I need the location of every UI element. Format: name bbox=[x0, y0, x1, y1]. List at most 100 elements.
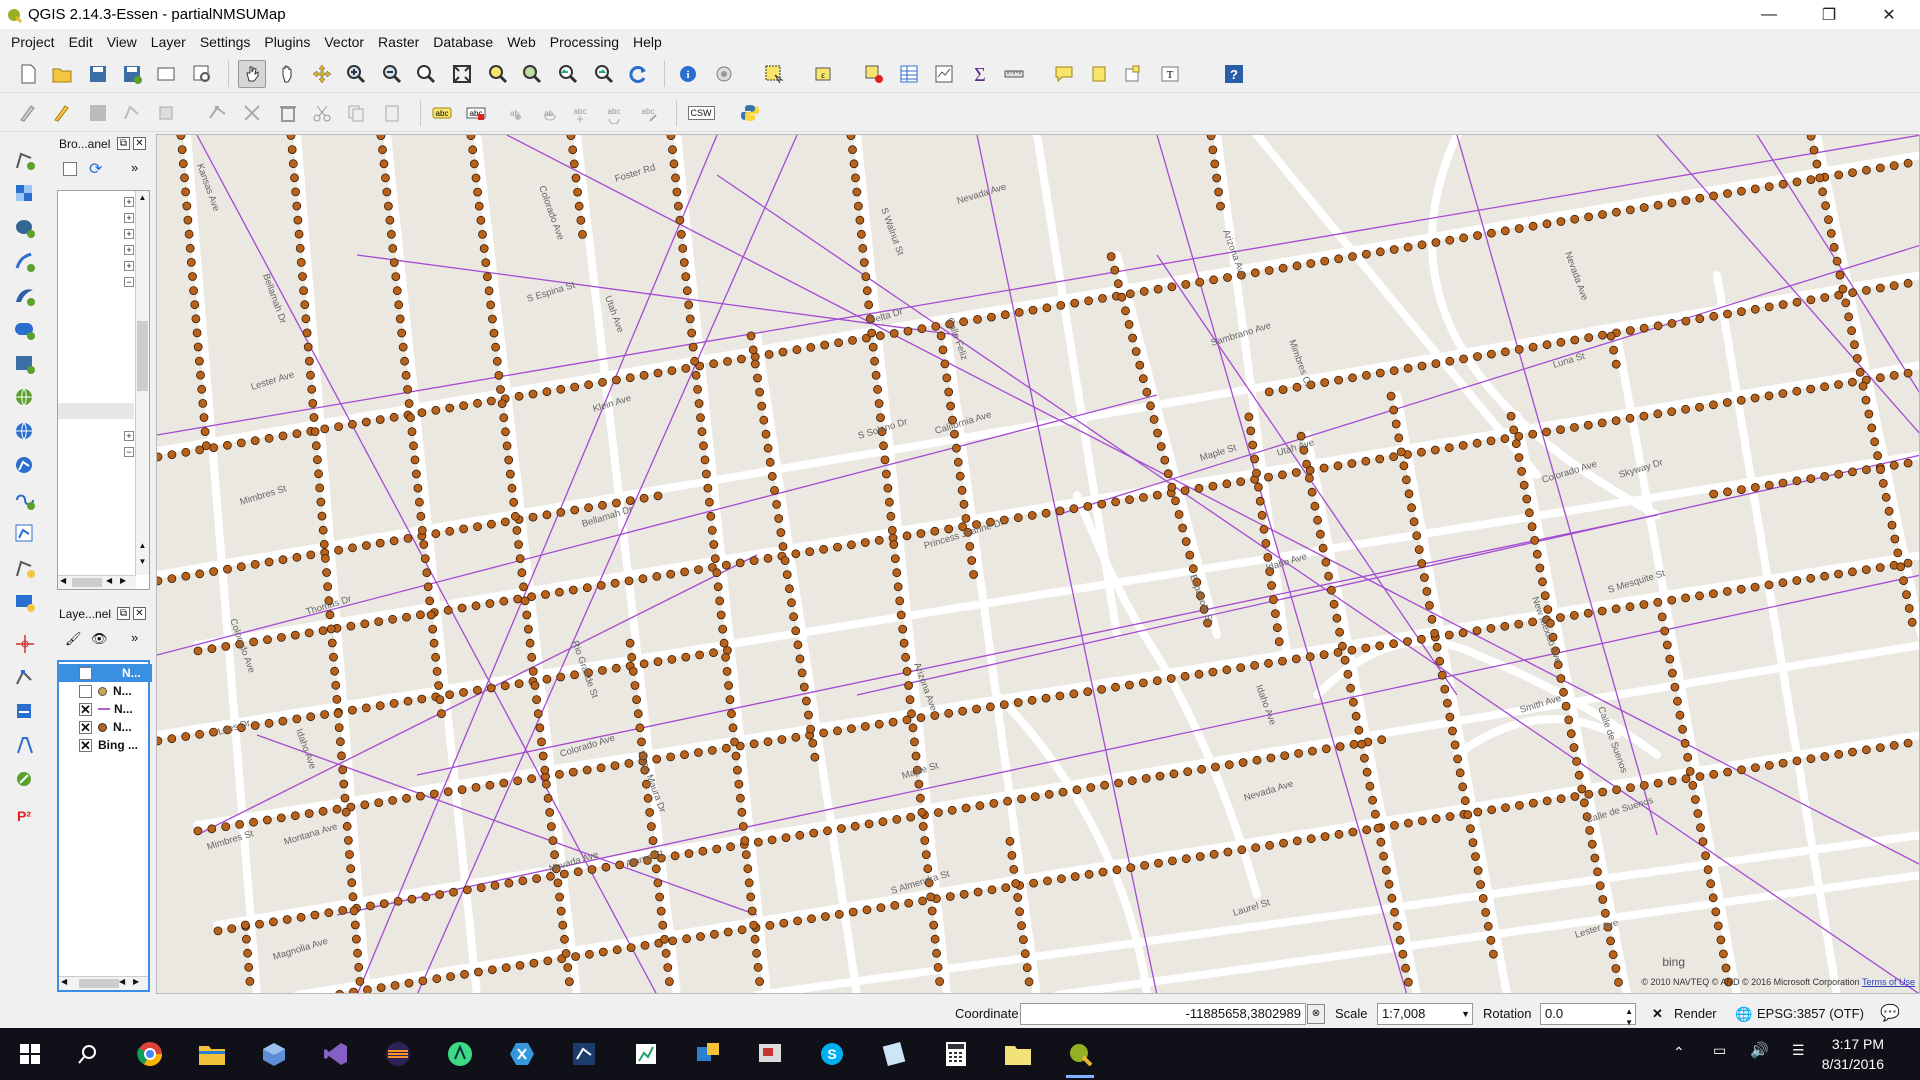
deselect-all-icon[interactable] bbox=[860, 60, 888, 88]
layer-row[interactable]: N... bbox=[59, 682, 152, 700]
add-spatialite-layer-icon[interactable] bbox=[10, 248, 40, 276]
volume-icon[interactable]: 🔊 bbox=[1750, 1041, 1769, 1059]
zoom-full-icon[interactable] bbox=[448, 60, 476, 88]
menu-plugins[interactable]: Plugins bbox=[257, 29, 317, 55]
composer-manager-icon[interactable] bbox=[188, 60, 216, 88]
qgis-taskbar-icon[interactable] bbox=[1062, 1036, 1098, 1078]
menu-view[interactable]: View bbox=[100, 29, 144, 55]
show-bookmarks-icon[interactable] bbox=[1118, 60, 1146, 88]
pan-hand-icon[interactable] bbox=[274, 60, 302, 88]
menu-layer[interactable]: Layer bbox=[144, 29, 193, 55]
layer-row[interactable]: N... bbox=[59, 664, 152, 682]
add-feature-icon[interactable] bbox=[118, 99, 146, 127]
horizontal-scrollbar[interactable]: ◀ ◀ ▶ bbox=[59, 976, 148, 990]
delete-selected-icon[interactable] bbox=[238, 99, 266, 127]
plugin-tool-icon[interactable] bbox=[10, 766, 40, 794]
collapse-icon[interactable]: − bbox=[124, 447, 134, 457]
menu-edit[interactable]: Edit bbox=[62, 29, 100, 55]
battery-icon[interactable]: ▭ bbox=[1713, 1042, 1726, 1059]
add-circular-string-icon[interactable] bbox=[10, 630, 40, 658]
run-feature-action-icon[interactable] bbox=[710, 60, 738, 88]
add-mssql-layer-icon[interactable] bbox=[10, 282, 40, 310]
scroll-up-icon[interactable]: ▲ bbox=[137, 541, 148, 553]
add-selected-layers-icon[interactable] bbox=[63, 162, 77, 176]
notepad-icon[interactable] bbox=[876, 1036, 912, 1072]
pan-to-selection-icon[interactable] bbox=[308, 60, 336, 88]
pin-labels-icon[interactable]: ab bbox=[498, 99, 526, 127]
scroll-thumb[interactable] bbox=[137, 321, 148, 391]
save-project-icon[interactable] bbox=[84, 60, 112, 88]
chrome-icon[interactable] bbox=[132, 1036, 168, 1072]
show-hide-labels-icon[interactable]: ab bbox=[532, 99, 560, 127]
horizontal-scrollbar[interactable]: ◀ ◀ ▶ bbox=[58, 575, 136, 589]
add-delimited-text-layer-icon[interactable] bbox=[10, 486, 40, 514]
crs-globe-icon[interactable]: 🌐 bbox=[1735, 1006, 1752, 1023]
layer-visibility-checkbox[interactable]: ✕ bbox=[79, 738, 92, 752]
scroll-down-icon[interactable]: ▼ bbox=[137, 557, 148, 569]
windows-start-icon[interactable] bbox=[12, 1036, 48, 1072]
visibility-eye-icon[interactable]: 👁 bbox=[91, 631, 108, 647]
add-virtual-layer-icon[interactable] bbox=[10, 520, 40, 548]
expand-icon[interactable]: + bbox=[124, 229, 134, 239]
statistical-summary-icon[interactable] bbox=[930, 60, 958, 88]
zoom-out-icon[interactable] bbox=[378, 60, 406, 88]
menu-project[interactable]: Project bbox=[4, 29, 62, 55]
menu-web[interactable]: Web bbox=[500, 29, 543, 55]
layer-visibility-checkbox[interactable] bbox=[79, 666, 92, 680]
scroll-left-icon[interactable]: ◀ bbox=[60, 576, 66, 585]
csw-button[interactable]: CSW bbox=[687, 99, 715, 127]
messages-icon[interactable]: 💬 bbox=[1880, 1003, 1900, 1023]
float-panel-button[interactable]: ⧉ bbox=[117, 137, 130, 150]
measure-line-icon[interactable] bbox=[1000, 60, 1028, 88]
zoom-next-icon[interactable] bbox=[590, 60, 618, 88]
open-project-icon[interactable] bbox=[48, 60, 76, 88]
layer-visibility-checkbox[interactable] bbox=[79, 684, 92, 698]
layer-visibility-checkbox[interactable]: ✕ bbox=[79, 720, 92, 734]
expand-icon[interactable]: + bbox=[124, 261, 134, 271]
chevron-up-icon[interactable]: ⌃ bbox=[1673, 1044, 1685, 1061]
toggle-extents-icon[interactable]: ⊗ bbox=[1307, 1004, 1325, 1024]
close-panel-button[interactable]: ✕ bbox=[133, 607, 146, 620]
map-tips-icon[interactable] bbox=[1050, 60, 1078, 88]
save-as-icon[interactable] bbox=[118, 60, 146, 88]
zoom-to-selection-icon[interactable] bbox=[484, 60, 512, 88]
float-panel-button[interactable]: ⧉ bbox=[117, 607, 130, 620]
sql-server-icon[interactable] bbox=[566, 1036, 602, 1072]
notification-icon[interactable]: ☰ bbox=[1792, 1042, 1805, 1059]
expand-icon[interactable]: + bbox=[124, 245, 134, 255]
layer-labeling-icon[interactable]: abc bbox=[428, 99, 456, 127]
open-layer-styling-icon[interactable]: 🖌 bbox=[65, 631, 82, 647]
skype-icon[interactable]: S bbox=[814, 1036, 850, 1072]
excel-chart-icon[interactable] bbox=[628, 1036, 664, 1072]
add-wfs-layer-icon[interactable] bbox=[10, 452, 40, 480]
scroll-right-icon[interactable]: ▶ bbox=[120, 576, 126, 585]
map-canvas[interactable]: Kansas Ave S Espina St S Solano Dr Espanola… bbox=[156, 134, 1920, 994]
expand-icon[interactable]: + bbox=[124, 431, 134, 441]
move-label-icon[interactable]: abc bbox=[566, 99, 594, 127]
menu-vector[interactable]: Vector bbox=[317, 29, 371, 55]
virtualbox-icon[interactable] bbox=[256, 1036, 292, 1072]
copy-features-icon[interactable] bbox=[342, 99, 370, 127]
pan-map-icon[interactable] bbox=[238, 60, 266, 88]
new-bookmark-icon[interactable] bbox=[1085, 60, 1113, 88]
select-by-expression-icon[interactable]: ε bbox=[810, 60, 838, 88]
identify-features-icon[interactable]: i bbox=[674, 60, 702, 88]
toggle-editing-icon[interactable] bbox=[48, 99, 76, 127]
menu-raster[interactable]: Raster bbox=[371, 29, 426, 55]
close-panel-button[interactable]: ✕ bbox=[133, 137, 146, 150]
paste-features-icon[interactable] bbox=[378, 99, 406, 127]
trash-icon[interactable] bbox=[274, 99, 302, 127]
add-vector-layer-icon[interactable] bbox=[10, 146, 40, 174]
chevron-down-icon[interactable]: ▼ bbox=[1461, 1004, 1470, 1024]
move-feature-icon[interactable] bbox=[152, 99, 180, 127]
scroll-thumb[interactable] bbox=[72, 578, 102, 587]
layer-visibility-checkbox[interactable]: ✕ bbox=[79, 702, 92, 716]
zoom-native-icon[interactable] bbox=[412, 60, 440, 88]
rotation-spinbox[interactable]: 0.0 ▲ ▼ bbox=[1540, 1003, 1636, 1027]
node-edit-icon[interactable] bbox=[10, 664, 40, 692]
node-tool-icon[interactable] bbox=[204, 99, 232, 127]
add-wcs-layer-icon[interactable] bbox=[10, 418, 40, 446]
select-features-icon[interactable] bbox=[760, 60, 788, 88]
scroll-left-icon[interactable]: ◀ bbox=[119, 977, 125, 986]
terms-of-use-link[interactable]: Terms of Use bbox=[1862, 977, 1915, 987]
